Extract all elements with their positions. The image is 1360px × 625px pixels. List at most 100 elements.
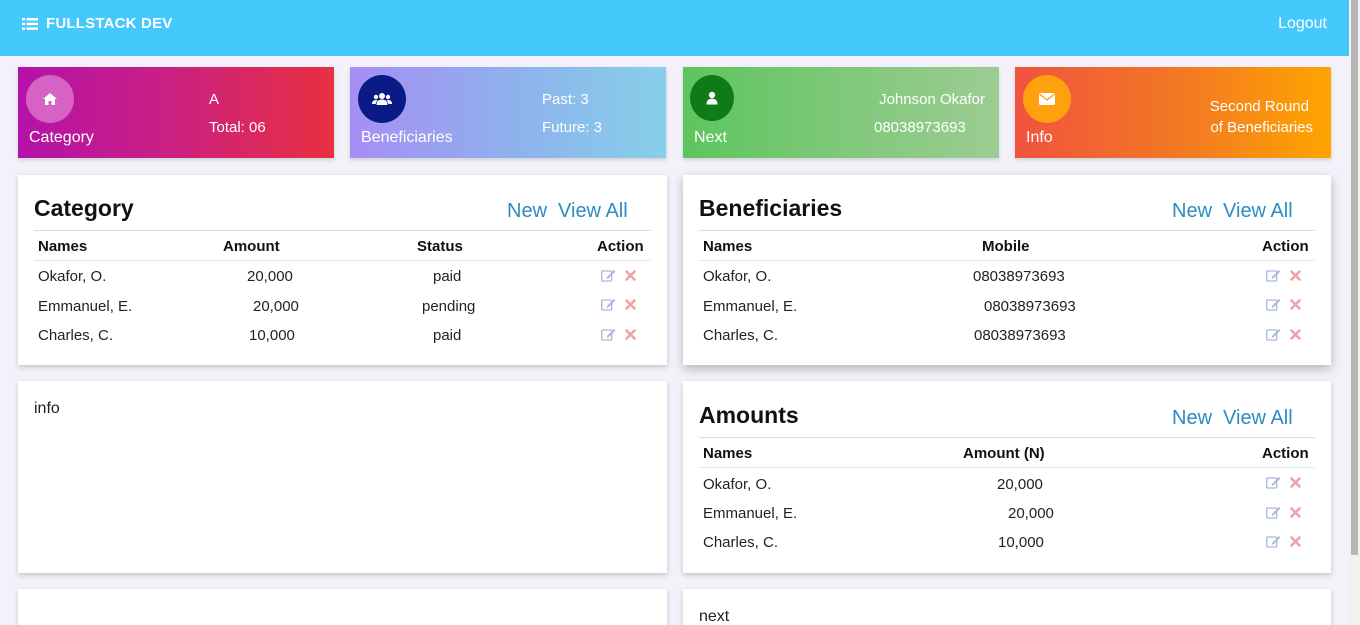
delete-icon[interactable] bbox=[1290, 477, 1301, 488]
edit-icon[interactable] bbox=[601, 298, 616, 311]
delete-icon[interactable] bbox=[1290, 536, 1301, 547]
delete-icon[interactable] bbox=[625, 270, 636, 281]
cell-amount: 20,000 bbox=[253, 298, 299, 315]
stat-label: Info bbox=[1026, 129, 1053, 146]
column-header: Status bbox=[417, 238, 463, 255]
stat-card-next[interactable]: Next Johnson Okafor 08038973693 bbox=[683, 67, 999, 158]
cell-name: Charles, C. bbox=[38, 327, 114, 344]
stat-label: Next bbox=[694, 129, 727, 146]
stat-value-primary: Second Round bbox=[1209, 98, 1309, 115]
column-header: Mobile bbox=[982, 238, 1030, 255]
next-text: next bbox=[699, 608, 730, 625]
cell-name: Charles, C. bbox=[703, 534, 779, 551]
stat-label: Beneficiaries bbox=[361, 129, 453, 146]
category-panel: Category New View All Names Amount Status… bbox=[18, 175, 667, 365]
brand[interactable]: FULLSTACK DEV bbox=[22, 15, 172, 32]
cell-status: paid bbox=[433, 268, 462, 285]
amounts-panel: Amounts New View All Names Amount (N) Act… bbox=[683, 381, 1331, 573]
divider bbox=[699, 260, 1315, 261]
delete-icon[interactable] bbox=[625, 299, 636, 310]
cell-mobile: 08038973693 bbox=[984, 298, 1076, 315]
panel-title: Beneficiaries bbox=[699, 195, 843, 221]
edit-icon[interactable] bbox=[1266, 328, 1281, 341]
stat-card-info[interactable]: Info Second Round of Beneficiaries bbox=[1015, 67, 1331, 158]
panel-links: New View All bbox=[507, 200, 628, 223]
next-panel: next bbox=[683, 589, 1331, 625]
top-navbar: FULLSTACK DEV Logout bbox=[0, 0, 1349, 56]
delete-icon[interactable] bbox=[1290, 507, 1301, 518]
cell-mobile: 08038973693 bbox=[974, 327, 1066, 344]
stat-value-secondary: 08038973693 bbox=[874, 119, 966, 136]
divider bbox=[699, 230, 1315, 231]
edit-icon[interactable] bbox=[1266, 269, 1281, 282]
row-actions bbox=[1266, 328, 1301, 341]
panel-title: Amounts bbox=[699, 402, 799, 428]
stat-value-secondary: Total: 06 bbox=[209, 119, 266, 136]
delete-icon[interactable] bbox=[625, 329, 636, 340]
stat-value-primary: A bbox=[209, 91, 220, 108]
users-icon bbox=[358, 75, 406, 123]
envelope-icon bbox=[1023, 75, 1071, 123]
column-header: Action bbox=[1262, 238, 1309, 255]
cell-amount: 10,000 bbox=[249, 327, 295, 344]
cell-status: pending bbox=[422, 298, 476, 315]
beneficiaries-panel: Beneficiaries New View All Names Mobile A… bbox=[683, 175, 1331, 365]
view-all-link[interactable]: View All bbox=[1223, 200, 1293, 222]
edit-icon[interactable] bbox=[1266, 476, 1281, 489]
row-actions bbox=[601, 298, 636, 311]
row-actions bbox=[1266, 535, 1301, 548]
user-icon bbox=[690, 75, 734, 121]
column-header: Amount bbox=[223, 238, 280, 255]
edit-icon[interactable] bbox=[1266, 298, 1281, 311]
cell-mobile: 08038973693 bbox=[973, 268, 1065, 285]
delete-icon[interactable] bbox=[1290, 270, 1301, 281]
panel-links: New View All bbox=[1172, 200, 1293, 223]
home-icon bbox=[26, 75, 74, 123]
info-text: info bbox=[34, 400, 60, 417]
list-icon bbox=[22, 17, 38, 30]
row-actions bbox=[1266, 506, 1301, 519]
divider bbox=[34, 230, 651, 231]
info-panel: info bbox=[18, 381, 667, 573]
new-link[interactable]: New bbox=[1172, 200, 1212, 222]
divider bbox=[699, 467, 1315, 468]
cell-amount: 20,000 bbox=[247, 268, 293, 285]
cell-amount: 10,000 bbox=[998, 534, 1044, 551]
cell-name: Emmanuel, E. bbox=[38, 298, 133, 315]
cell-name: Okafor, O. bbox=[703, 476, 772, 493]
edit-icon[interactable] bbox=[1266, 506, 1281, 519]
column-header: Names bbox=[38, 238, 88, 255]
row-actions bbox=[601, 269, 636, 282]
stat-value-primary: Past: 3 bbox=[542, 91, 589, 108]
delete-icon[interactable] bbox=[1290, 329, 1301, 340]
stat-value-secondary: Future: 3 bbox=[542, 119, 603, 136]
scrollbar[interactable] bbox=[1349, 0, 1360, 625]
brand-title: FULLSTACK DEV bbox=[46, 15, 173, 32]
view-all-link[interactable]: View All bbox=[558, 200, 628, 222]
stat-card-beneficiaries[interactable]: Beneficiaries Past: 3 Future: 3 bbox=[350, 67, 666, 158]
scrollbar-thumb[interactable] bbox=[1351, 0, 1358, 555]
cell-name: Charles, C. bbox=[703, 327, 779, 344]
row-actions bbox=[1266, 476, 1301, 489]
cell-name: Emmanuel, E. bbox=[703, 298, 798, 315]
delete-icon[interactable] bbox=[1290, 299, 1301, 310]
divider bbox=[699, 437, 1315, 438]
row-actions bbox=[601, 328, 636, 341]
logout-link[interactable]: Logout bbox=[1278, 15, 1327, 33]
cell-amount: 20,000 bbox=[1008, 505, 1054, 522]
column-header: Names bbox=[703, 445, 753, 462]
column-header: Action bbox=[1262, 445, 1309, 462]
stat-card-category[interactable]: Category A Total: 06 bbox=[18, 67, 334, 158]
edit-icon[interactable] bbox=[601, 328, 616, 341]
cell-name: Okafor, O. bbox=[703, 268, 772, 285]
new-link[interactable]: New bbox=[507, 200, 547, 222]
row-actions bbox=[1266, 298, 1301, 311]
cell-name: Okafor, O. bbox=[38, 268, 107, 285]
new-link[interactable]: New bbox=[1172, 407, 1212, 429]
panel-links: New View All bbox=[1172, 407, 1293, 430]
edit-icon[interactable] bbox=[601, 269, 616, 282]
view-all-link[interactable]: View All bbox=[1223, 407, 1293, 429]
row-actions bbox=[1266, 269, 1301, 282]
edit-icon[interactable] bbox=[1266, 535, 1281, 548]
stat-value-secondary: of Beneficiaries bbox=[1210, 119, 1313, 136]
